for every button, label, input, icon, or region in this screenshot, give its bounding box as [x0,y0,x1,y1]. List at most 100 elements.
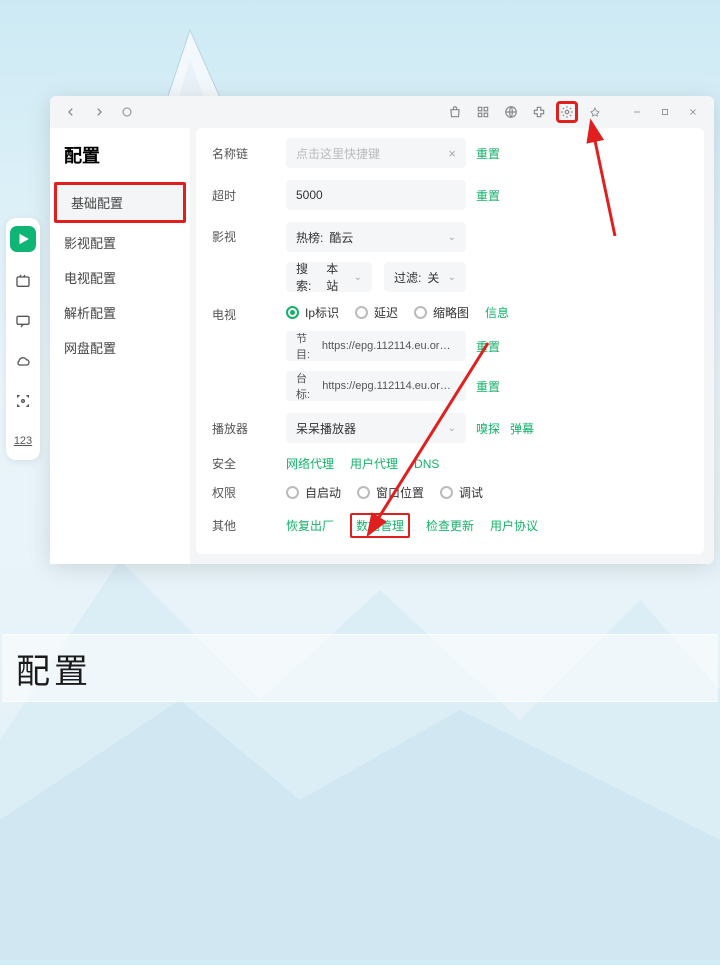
radio-winpos[interactable]: 窗口位置 [357,484,424,501]
titlebar [50,96,714,128]
data-manage-link[interactable]: 数据管理 [350,513,410,538]
radio-autostart[interactable]: 自启动 [286,484,341,501]
row-label: 电视 [212,304,276,323]
dns-link[interactable]: DNS [414,457,439,471]
radio-label: 调试 [459,484,483,501]
logo-input[interactable]: 台标: https://epg.112114.eu.org/lo... [286,371,466,401]
input-value: https://epg.112114.eu.org/?c... [322,340,456,352]
select-value: 酷云 [329,229,353,246]
chat-icon[interactable] [12,310,34,332]
window-minimize-button[interactable] [626,101,648,123]
row-label: 其他 [212,517,276,534]
sidebar-item-label: 电视配置 [64,271,116,286]
settings-sidebar: 配置 基础配置 影视配置 电视配置 解析配置 网盘配置 [50,128,190,564]
play-icon[interactable] [10,226,36,252]
row-label: 名称链 [212,145,276,162]
lower-banner: 配置 [2,634,718,702]
input-prefix: 台标: [296,371,319,401]
grid-icon[interactable] [472,101,494,123]
reset-link[interactable]: 重置 [476,378,500,395]
sidebar-item-tv[interactable]: 电视配置 [50,260,190,295]
window-close-button[interactable] [682,101,704,123]
chevron-down-icon: ⌄ [448,232,456,243]
radio-label: 窗口位置 [376,484,424,501]
placeholder-text: 点击这里快捷键 [296,145,380,162]
row-name: 名称链 点击这里快捷键 × 重置 [212,138,688,168]
timeout-input[interactable]: 5000 [286,180,466,210]
name-input[interactable]: 点击这里快捷键 × [286,138,466,168]
sidebar-item-media[interactable]: 影视配置 [50,225,190,260]
sidebar-item-label: 网盘配置 [64,341,116,356]
sniff-link[interactable]: 嗅探 [476,420,500,437]
select-value: 呆呆播放器 [296,420,356,437]
row-permission: 权限 自启动 窗口位置 调试 [212,484,688,501]
window-maximize-button[interactable] [654,101,676,123]
cloud-icon[interactable] [12,350,34,372]
danmu-link[interactable]: 弹幕 [510,420,534,437]
row-security: 安全 网络代理 用户代理 DNS [212,455,688,472]
nav-back-button[interactable] [60,101,82,123]
select-prefix: 搜索: [296,260,320,294]
clear-icon[interactable]: × [448,146,456,161]
select-prefix: 过滤: [394,269,421,286]
settings-content: 名称链 点击这里快捷键 × 重置 超时 5000 重置 影视 热榜: [196,128,704,554]
input-value: 5000 [296,188,323,202]
radio-label: Ip标识 [305,304,339,321]
sidebar-item-label: 基础配置 [71,196,123,211]
pin-icon[interactable] [584,101,606,123]
sidebar-item-disk[interactable]: 网盘配置 [50,330,190,365]
agreement-link[interactable]: 用户协议 [490,517,538,534]
row-media: 影视 热榜: 酷云 ⌄ 搜索: 本站 ⌄ 过滤: [212,222,688,292]
search-select[interactable]: 搜索: 本站 ⌄ [286,262,372,292]
sidebar-item-label: 影视配置 [64,236,116,251]
ua-link[interactable]: 用户代理 [350,455,398,472]
nav-forward-button[interactable] [88,101,110,123]
chevron-down-icon: ⌄ [354,272,362,283]
factory-link[interactable]: 恢复出厂 [286,517,334,534]
banner-title: 配置 [16,644,92,693]
numbers-icon[interactable]: 123 [12,430,34,452]
sidebar-item-base[interactable]: 基础配置 [54,182,186,223]
update-link[interactable]: 检查更新 [426,517,474,534]
input-value: https://epg.112114.eu.org/lo... [322,380,456,392]
store-icon[interactable] [444,101,466,123]
select-prefix: 热榜: [296,229,323,246]
left-icon-rail: 123 [6,218,40,460]
sidebar-item-label: 解析配置 [64,306,116,321]
row-label: 播放器 [212,420,276,437]
input-prefix: 节目: [296,331,319,361]
hot-select[interactable]: 热榜: 酷云 ⌄ [286,222,466,252]
radio-label: 自启动 [305,484,341,501]
info-link[interactable]: 信息 [485,304,509,321]
chevron-down-icon: ⌄ [448,423,456,434]
reset-link[interactable]: 重置 [476,338,500,355]
language-icon[interactable] [500,101,522,123]
player-select[interactable]: 呆呆播放器 ⌄ [286,413,466,443]
row-label: 安全 [212,455,276,472]
extension-icon[interactable] [528,101,550,123]
settings-window: 配置 基础配置 影视配置 电视配置 解析配置 网盘配置 名称链 点击这里快捷键 … [50,96,714,564]
sidebar-title: 配置 [50,142,190,180]
nav-refresh-button[interactable] [116,101,138,123]
radio-label: 延迟 [374,304,398,321]
radio-ip[interactable]: Ip标识 [286,304,339,321]
row-tv: 电视 Ip标识 延迟 缩略图 信息 节目: https://epg.112114… [212,304,688,401]
row-other: 其他 恢复出厂 数据管理 检查更新 用户协议 [212,513,688,538]
select-value: 本站 [326,260,347,294]
chevron-down-icon: ⌄ [448,272,456,283]
scan-icon[interactable] [12,390,34,412]
gear-icon[interactable] [556,101,578,123]
radio-thumb[interactable]: 缩略图 [414,304,469,321]
row-player: 播放器 呆呆播放器 ⌄ 嗅探 弹幕 [212,413,688,443]
radio-debug[interactable]: 调试 [440,484,483,501]
reset-link[interactable]: 重置 [476,187,500,204]
movie-icon[interactable] [12,270,34,292]
radio-label: 缩略图 [433,304,469,321]
radio-delay[interactable]: 延迟 [355,304,398,321]
epg-input[interactable]: 节目: https://epg.112114.eu.org/?c... [286,331,466,361]
filter-select[interactable]: 过滤: 关 ⌄ [384,262,466,292]
proxy-link[interactable]: 网络代理 [286,455,334,472]
reset-link[interactable]: 重置 [476,145,500,162]
row-timeout: 超时 5000 重置 [212,180,688,210]
sidebar-item-parse[interactable]: 解析配置 [50,295,190,330]
